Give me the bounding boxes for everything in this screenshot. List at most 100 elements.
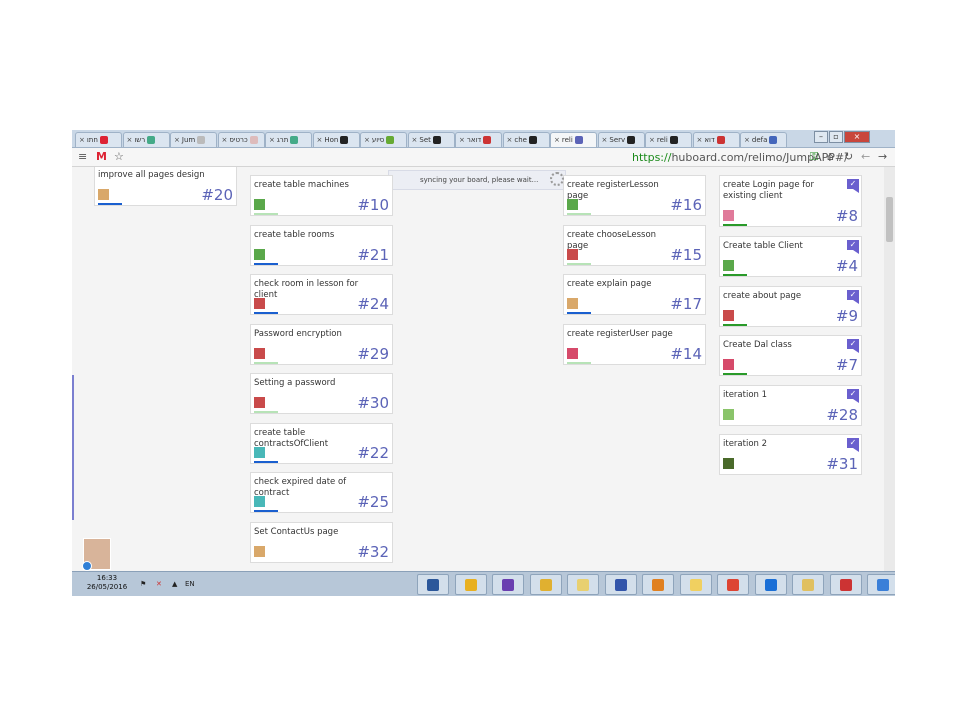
- browser-tab[interactable]: × חתו: [75, 132, 122, 147]
- home-icon[interactable]: ⌂: [827, 150, 834, 163]
- browser-tab[interactable]: × Hon: [312, 132, 360, 147]
- browser-tab[interactable]: × דואר: [455, 132, 502, 147]
- issue-number[interactable]: #28: [826, 407, 858, 423]
- browser-tab[interactable]: × סיוע: [360, 132, 407, 147]
- back-icon[interactable]: ←: [861, 150, 870, 163]
- tray-expand-icon[interactable]: ▲: [172, 580, 177, 588]
- issue-number[interactable]: #24: [357, 296, 389, 312]
- close-tab-icon[interactable]: ×: [459, 136, 465, 144]
- taskbar-app-button[interactable]: [492, 574, 524, 595]
- close-tab-icon[interactable]: ×: [744, 136, 750, 144]
- close-tab-icon[interactable]: ×: [554, 136, 560, 144]
- close-tab-icon[interactable]: ×: [317, 136, 323, 144]
- taskbar-app-button[interactable]: [529, 574, 562, 595]
- taskbar-app-button[interactable]: [717, 574, 749, 595]
- browser-tab[interactable]: × Set: [407, 132, 455, 147]
- issue-number[interactable]: #25: [357, 494, 389, 510]
- done-check-icon[interactable]: ✓: [847, 388, 859, 403]
- browser-tab[interactable]: × Serv: [597, 132, 645, 147]
- menu-icon[interactable]: ≡: [78, 150, 87, 163]
- taskbar-app-button[interactable]: [567, 574, 599, 595]
- browser-tab[interactable]: × תרג: [265, 132, 312, 147]
- taskbar-app-button[interactable]: [454, 574, 487, 595]
- issue-card[interactable]: create table machines #10: [250, 175, 393, 216]
- issue-card[interactable]: create explain page #17: [563, 274, 706, 315]
- forward-icon[interactable]: →: [878, 150, 887, 163]
- issue-card[interactable]: Create Dal class #7 ✓: [719, 335, 862, 376]
- close-tab-icon[interactable]: ×: [364, 136, 370, 144]
- issue-card[interactable]: create about page #9 ✓: [719, 285, 862, 327]
- issue-number[interactable]: #7: [836, 357, 858, 373]
- issue-card[interactable]: create chooseLesson page #15: [563, 224, 706, 266]
- issue-number[interactable]: #21: [357, 247, 389, 263]
- issue-number[interactable]: #15: [670, 247, 702, 263]
- reload-icon[interactable]: ↻: [844, 150, 853, 163]
- browser-tab[interactable]: × רשו: [122, 132, 170, 147]
- issue-card[interactable]: create table rooms #21: [250, 224, 393, 266]
- issue-card[interactable]: iteration 2 #31 ✓: [719, 434, 862, 475]
- taskbar-app-button[interactable]: [867, 574, 895, 595]
- issue-number[interactable]: #29: [357, 346, 389, 362]
- close-tab-icon[interactable]: ×: [269, 136, 275, 144]
- close-tab-icon[interactable]: ×: [222, 136, 228, 144]
- done-check-icon[interactable]: ✓: [847, 289, 859, 304]
- taskbar-app-button[interactable]: [642, 574, 674, 595]
- taskbar-app-button[interactable]: [792, 574, 824, 595]
- issue-card[interactable]: check room in lesson for client #24: [250, 274, 393, 315]
- issue-number[interactable]: #31: [826, 456, 858, 472]
- close-tab-icon[interactable]: ×: [602, 136, 608, 144]
- issue-card[interactable]: iteration 1 #28 ✓: [719, 384, 862, 426]
- issue-number[interactable]: #4: [836, 258, 858, 274]
- issue-card[interactable]: Create table Client #4 ✓: [719, 236, 862, 277]
- close-tab-icon[interactable]: ×: [174, 136, 180, 144]
- issue-number[interactable]: #10: [357, 197, 389, 213]
- close-tab-icon[interactable]: ×: [697, 136, 703, 144]
- close-tab-icon[interactable]: ×: [127, 136, 133, 144]
- taskbar-clock[interactable]: 16:33 26/05/2016: [86, 574, 128, 592]
- issue-card[interactable]: Setting a password #30: [250, 373, 393, 414]
- taskbar-app-button[interactable]: [417, 574, 449, 595]
- taskbar-app-button[interactable]: [754, 574, 787, 595]
- browser-tab[interactable]: × reli: [550, 132, 597, 147]
- gmail-icon[interactable]: M: [96, 150, 107, 163]
- issue-card[interactable]: Password encryption #29: [250, 323, 393, 365]
- close-tab-icon[interactable]: ×: [79, 136, 85, 144]
- issue-number[interactable]: #30: [357, 395, 389, 411]
- taskbar-app-button[interactable]: [604, 574, 637, 595]
- browser-tab[interactable]: × reli: [645, 132, 692, 147]
- issue-card[interactable]: check expired date of contract #25: [250, 472, 393, 513]
- star-icon[interactable]: ☆: [114, 150, 124, 163]
- taskbar-app-button[interactable]: [679, 574, 712, 595]
- browser-tab[interactable]: × che: [502, 132, 550, 147]
- issue-number[interactable]: #16: [670, 197, 702, 213]
- browser-tab[interactable]: × כרטיס: [217, 132, 265, 147]
- issue-card[interactable]: create registerUser page #14: [563, 323, 706, 365]
- tray-language[interactable]: EN: [185, 580, 195, 588]
- done-check-icon[interactable]: ✓: [847, 339, 859, 353]
- close-tab-icon[interactable]: ×: [412, 136, 418, 144]
- done-check-icon[interactable]: ✓: [847, 240, 859, 254]
- done-check-icon[interactable]: ✓: [847, 179, 859, 193]
- minimize-button[interactable]: –: [814, 131, 828, 143]
- issue-card[interactable]: Set ContactUs page #32: [250, 521, 393, 563]
- close-tab-icon[interactable]: ×: [507, 136, 513, 144]
- close-window-button[interactable]: ×: [844, 131, 870, 143]
- tray-flag-icon[interactable]: ⚑: [140, 580, 146, 588]
- issue-number[interactable]: #17: [670, 296, 702, 312]
- issue-number[interactable]: #22: [357, 445, 389, 461]
- issue-card[interactable]: create Login page for existing client #8 ✓: [719, 175, 862, 227]
- browser-tab[interactable]: × defa: [740, 132, 787, 147]
- maximize-button[interactable]: ▫: [829, 131, 843, 143]
- tray-network-icon[interactable]: ✕: [156, 580, 162, 588]
- issue-card[interactable]: create registerLesson page #16: [563, 175, 706, 216]
- taskbar-app-button[interactable]: [829, 574, 862, 595]
- issue-card[interactable]: create table contractsOfClient #22: [250, 422, 393, 464]
- done-check-icon[interactable]: ✓: [847, 438, 859, 452]
- issue-number[interactable]: #20: [201, 187, 233, 203]
- issue-number[interactable]: #14: [670, 346, 702, 362]
- user-avatar[interactable]: [82, 538, 111, 571]
- scrollbar-thumb[interactable]: [886, 197, 893, 242]
- issue-number[interactable]: #32: [357, 544, 389, 560]
- browser-tab[interactable]: × דוא: [692, 132, 740, 147]
- close-tab-icon[interactable]: ×: [649, 136, 655, 144]
